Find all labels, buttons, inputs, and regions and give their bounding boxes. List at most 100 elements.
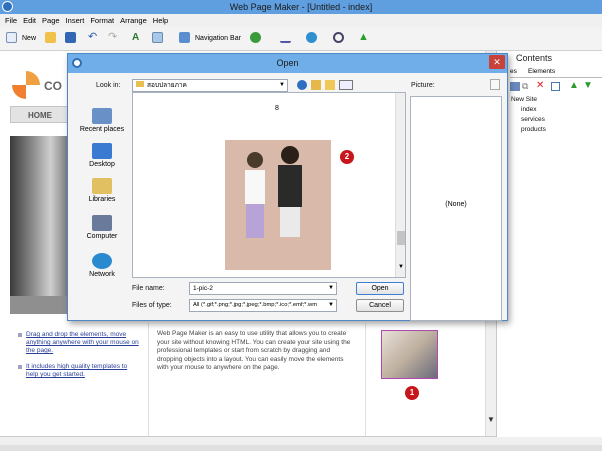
bullet-marker-icon: [18, 365, 22, 369]
save-icon[interactable]: [65, 32, 76, 43]
copy-page-icon[interactable]: ⧉: [522, 81, 528, 92]
column-divider: [148, 323, 149, 437]
up-folder-icon[interactable]: [311, 80, 321, 90]
file-name-input[interactable]: 1-pic-2 ▼: [189, 282, 337, 295]
scroll-down-arrow-icon[interactable]: ▼: [398, 264, 404, 270]
view-menu-icon[interactable]: [339, 80, 353, 90]
file-list-view[interactable]: 8 2 ▼: [132, 92, 406, 278]
draw-line-icon[interactable]: [280, 32, 291, 43]
scroll-thumb[interactable]: [397, 231, 405, 245]
file-item-number: 8: [275, 105, 279, 112]
figure-shirt-white: [245, 170, 265, 204]
file-type-value: All (*.gif;*.png;*.jpg;*.jpeg;*.bmp;*.ic…: [193, 302, 318, 308]
dialog-close-button[interactable]: ✕: [489, 55, 505, 69]
preview-globe-icon[interactable]: [306, 32, 317, 43]
logo-text: CO: [44, 79, 62, 93]
insert-object-icon[interactable]: [250, 32, 261, 43]
feature-bullet-1[interactable]: Drag and drop the elements, move anythin…: [26, 331, 141, 355]
toolbar: New ↶ ↷ A Navigation Bar ▲: [0, 27, 602, 51]
navigation-bar-button[interactable]: Navigation Bar: [195, 33, 241, 45]
selected-image[interactable]: [381, 330, 438, 379]
app-logo-icon: [2, 1, 13, 12]
window-titlebar: Web Page Maker - [Untitled - index]: [0, 0, 602, 14]
chevron-down-icon: ▼: [328, 300, 334, 311]
folder-icon: [136, 81, 144, 87]
move-down-icon[interactable]: ▼: [583, 80, 593, 91]
figure-shirt-black: [278, 165, 302, 207]
image-icon[interactable]: [152, 32, 163, 43]
libraries-icon: [92, 178, 112, 194]
tab-elements[interactable]: Elements: [528, 68, 555, 75]
desktop-icon: [92, 143, 112, 159]
chevron-down-icon: ▼: [279, 82, 285, 88]
place-recent[interactable]: Recent places: [74, 108, 130, 133]
tab-pages[interactable]: es: [510, 68, 517, 75]
publish-arrow-icon[interactable]: ▲: [358, 32, 369, 43]
look-in-value: สอบปลายภาค: [147, 82, 187, 89]
window-title: Web Page Maker - [Untitled - index]: [229, 2, 373, 12]
menu-edit[interactable]: Edit: [23, 14, 36, 27]
intro-paragraph: Web Page Maker is an easy to use utility…: [157, 330, 351, 371]
move-up-icon[interactable]: ▲: [569, 80, 579, 91]
network-globe-icon: [92, 253, 112, 269]
scroll-down-arrow-icon[interactable]: ▼: [487, 415, 495, 424]
feature-bullet-2[interactable]: It includes high quality templates to he…: [26, 363, 141, 379]
menu-page[interactable]: Page: [42, 14, 60, 27]
tree-root[interactable]: New Site: [511, 96, 537, 103]
open-folder-icon[interactable]: [45, 32, 56, 43]
place-computer[interactable]: Computer: [74, 215, 130, 240]
undo-icon[interactable]: ↶: [88, 32, 99, 43]
nav-home-button[interactable]: HOME: [10, 106, 70, 123]
step-badge-2: 2: [340, 150, 354, 164]
preview-toggle-icon[interactable]: [490, 79, 500, 90]
figure-head: [247, 152, 263, 168]
tree-item-index[interactable]: index: [521, 106, 537, 113]
file-list-scrollbar[interactable]: ▼: [395, 93, 405, 277]
figure-head: [281, 146, 299, 164]
file-name-value: 1-pic-2: [193, 285, 213, 292]
place-recent-label: Recent places: [79, 126, 125, 133]
company-logo-icon: [12, 71, 40, 99]
place-network[interactable]: Network: [74, 253, 130, 278]
picture-label: Picture:: [411, 82, 435, 89]
menu-insert[interactable]: Insert: [66, 14, 85, 27]
tree-item-products[interactable]: products: [521, 126, 546, 133]
contents-tabs: es Elements: [510, 66, 602, 78]
file-name-label: File name:: [132, 285, 165, 292]
new-page-icon[interactable]: [6, 32, 17, 43]
look-in-combo[interactable]: สอบปลายภาค ▼: [132, 79, 288, 92]
page-properties-icon[interactable]: [551, 82, 560, 91]
cancel-button[interactable]: Cancel: [356, 299, 404, 312]
file-type-select[interactable]: All (*.gif;*.png;*.jpg;*.jpeg;*.bmp;*.ic…: [189, 299, 337, 312]
add-page-icon[interactable]: [510, 82, 520, 91]
menu-file[interactable]: File: [5, 14, 17, 27]
column-divider: [365, 323, 366, 437]
picture-preview: (None): [410, 96, 502, 321]
contents-panel-title: Contents: [516, 53, 553, 63]
tree-item-services[interactable]: services: [521, 116, 545, 123]
figure-shorts: [280, 207, 300, 237]
delete-page-icon[interactable]: ✕: [536, 80, 544, 91]
menu-arrange[interactable]: Arrange: [120, 14, 147, 27]
look-in-label: Look in:: [96, 82, 121, 89]
open-button[interactable]: Open: [356, 282, 404, 295]
place-computer-label: Computer: [86, 233, 118, 240]
menu-format[interactable]: Format: [90, 14, 114, 27]
menu-bar: File Edit Page Insert Format Arrange Hel…: [0, 14, 602, 27]
menu-help[interactable]: Help: [153, 14, 168, 27]
bullet-marker-icon: [18, 333, 22, 337]
contents-panel: [496, 51, 602, 437]
back-icon[interactable]: [297, 80, 307, 90]
zoom-icon[interactable]: [333, 32, 344, 43]
text-icon[interactable]: A: [132, 32, 143, 43]
open-dialog: Open ✕ Look in: สอบปลายภาค ▼ Picture: Re…: [67, 53, 508, 321]
canvas-horizontal-scrollbar[interactable]: [0, 436, 496, 445]
place-desktop[interactable]: Desktop: [74, 143, 130, 168]
redo-icon[interactable]: ↷: [108, 32, 119, 43]
new-button[interactable]: New: [22, 33, 36, 45]
place-libraries[interactable]: Libraries: [74, 178, 130, 203]
new-folder-icon[interactable]: [325, 80, 335, 90]
file-thumbnail-1-pic-2[interactable]: [225, 140, 331, 270]
places-bar: Recent places Desktop Libraries Computer…: [74, 91, 130, 321]
navbar-icon[interactable]: [179, 32, 190, 43]
